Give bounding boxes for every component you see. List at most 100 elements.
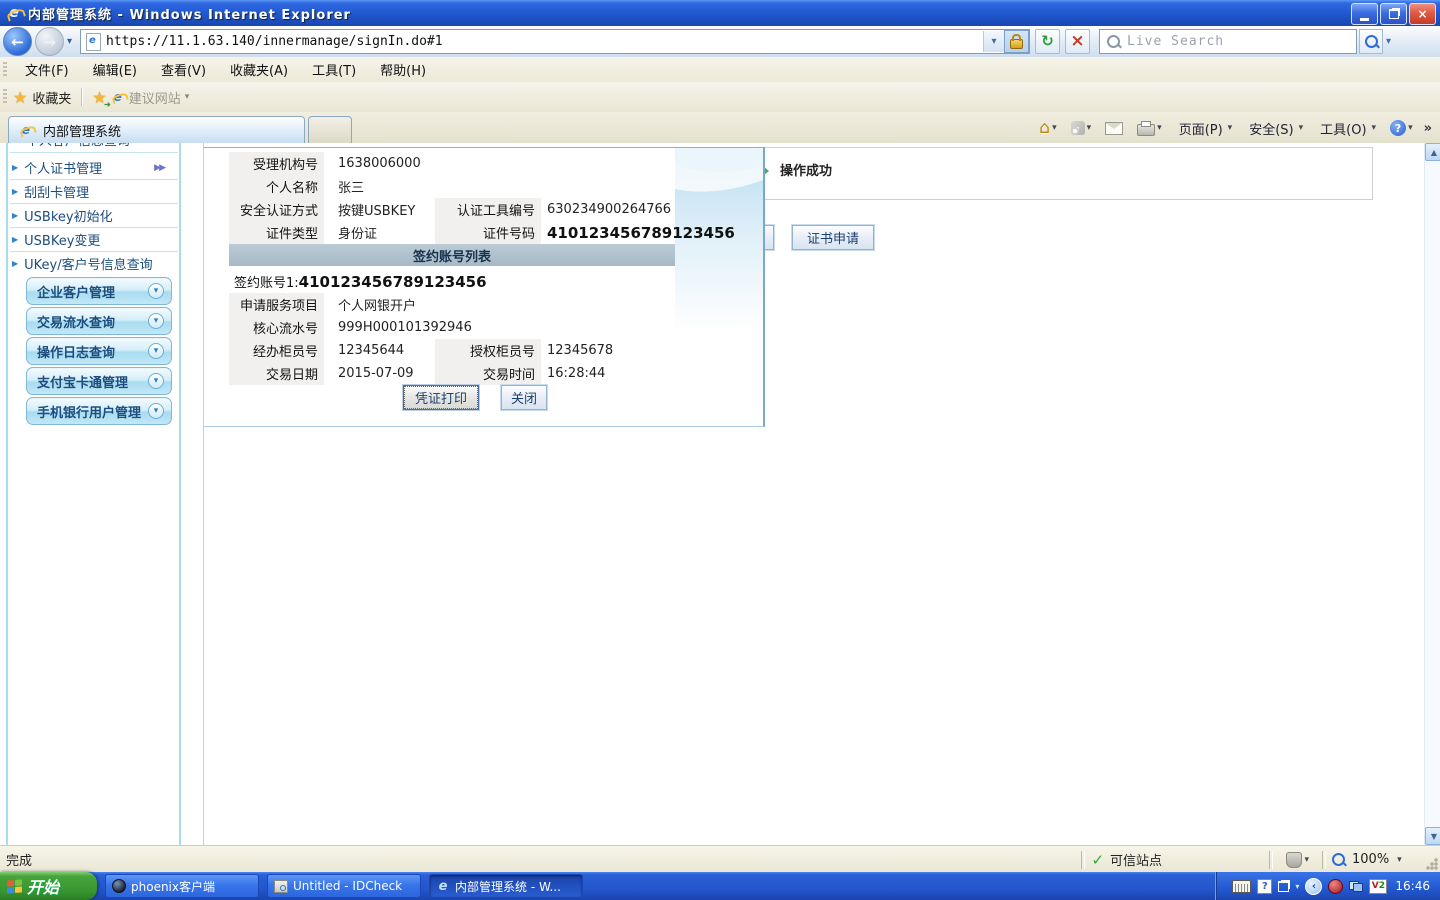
protected-mode-button[interactable]: ▾ <box>1279 848 1316 872</box>
address-box[interactable]: https://11.1.63.140/innermanage/signIn.d… <box>80 29 1031 54</box>
cert-apply-button[interactable]: 证书申请 <box>792 225 874 250</box>
toolbar-overflow-icon[interactable]: » <box>1420 121 1436 136</box>
taskbar-item-phoenix[interactable]: phoenix客户端 <box>105 874 259 898</box>
table-row: 经办柜员号 12345644 授权柜员号 12345678 <box>229 339 675 362</box>
tray-red-app-icon[interactable] <box>1328 878 1344 894</box>
start-button[interactable]: 开始 <box>0 872 97 900</box>
sidebar-item-scratch-card[interactable]: ▶ 刮刮卡管理 <box>10 180 178 204</box>
menu-view[interactable]: 查看(V) <box>149 57 218 82</box>
success-message: 操作成功 <box>780 164 833 179</box>
antivirus-v2-icon[interactable]: V2 <box>1369 878 1388 894</box>
vertical-scrollbar[interactable]: ▲ ▼ <box>1424 143 1440 845</box>
keyboard-layout-icon[interactable] <box>1232 879 1252 893</box>
window-controls: × <box>1351 3 1436 25</box>
field-label: 授权柜员号 <box>435 339 541 362</box>
address-dropdown-button[interactable]: ▾ <box>983 31 1005 52</box>
taskbar-item-ie-active[interactable]: e 内部管理系统 - W... <box>429 874 583 898</box>
sidebar-section-corporate[interactable]: 企业客户管理 ▾ <box>26 277 172 305</box>
protected-mode-icon <box>1286 851 1303 868</box>
print-receipt-button[interactable]: 凭证打印 <box>403 385 480 410</box>
new-tab-stub[interactable] <box>308 116 352 143</box>
tools-dropdown-icon: ▾ <box>1371 123 1377 133</box>
menu-favorites[interactable]: 收藏夹(A) <box>218 57 300 82</box>
search-go-button[interactable] <box>1359 29 1384 54</box>
favbar-grip <box>3 89 7 105</box>
zoom-control[interactable]: 100% ▾ <box>1332 852 1418 867</box>
search-options-dropdown[interactable]: ▾ <box>1386 36 1400 47</box>
hide-icons-chevron-icon[interactable]: ‹ <box>1305 877 1323 895</box>
favbar-separator <box>81 88 83 106</box>
menu-edit[interactable]: 编辑(E) <box>81 57 149 82</box>
add-favorite-icon[interactable]: ★ <box>92 88 111 109</box>
suggested-sites-button[interactable]: 建议网站 <box>129 88 181 107</box>
help-button[interactable]: ? ▾ <box>1383 116 1420 140</box>
search-box[interactable]: Live Search <box>1099 29 1358 54</box>
favorites-bar: ★ 收藏夹 ★ e 建议网站 ▾ <box>0 82 1440 113</box>
network-icon[interactable] <box>1349 880 1364 892</box>
restore-button[interactable] <box>1380 3 1407 25</box>
home-button[interactable]: ⌂ ▾ <box>1032 116 1063 140</box>
sidebar-item-personal-cert[interactable]: ▶ 个人证书管理 ▶▶ <box>10 156 178 180</box>
sidebar-section-mobile-banking[interactable]: 手机银行用户管理 ▾ <box>26 397 172 425</box>
task-label: phoenix客户端 <box>131 879 215 894</box>
tab-band: e 内部管理系统 ⌂ ▾ ▾ ▾ 页面(P) ▾ 安全(S) ▾ 工具(O) ▾ ? ▾ … <box>0 112 1440 145</box>
field-value: 630234900264766 <box>547 202 672 217</box>
table-row: 申请服务项目 个人网银开户 <box>229 293 675 316</box>
tools-menu-button[interactable]: 工具(O) ▾ <box>1310 116 1383 140</box>
tools-menu-label: 工具(O) <box>1320 122 1367 138</box>
page-menu-button[interactable]: 页面(P) ▾ <box>1169 116 1240 140</box>
dialog-close-button[interactable]: 关闭 <box>501 385 547 410</box>
field-value: 身份证 <box>338 227 378 242</box>
sidebar-section-operation-log[interactable]: 操作日志查询 ▾ <box>26 337 172 365</box>
menu-file[interactable]: 文件(F) <box>13 57 81 82</box>
print-button[interactable]: ▾ <box>1130 116 1169 140</box>
protected-mode-dropdown-icon: ▾ <box>1304 854 1309 865</box>
tray-help-icon[interactable]: ? <box>1257 878 1273 894</box>
bullet-icon: ▶ <box>12 235 19 244</box>
tab-ie-icon: e <box>19 123 33 137</box>
back-button[interactable]: ← <box>3 27 32 56</box>
sidebar-item-usbkey-init[interactable]: ▶ USBkey初始化 <box>10 204 178 228</box>
favorites-button[interactable]: 收藏夹 <box>32 88 71 107</box>
close-button[interactable]: × <box>1409 3 1436 25</box>
sidebar-section-transaction-flow[interactable]: 交易流水查询 ▾ <box>26 307 172 335</box>
section-label: 支付宝卡通管理 <box>37 375 129 391</box>
read-mail-button[interactable] <box>1098 116 1130 140</box>
history-dropdown-icon[interactable]: ▾ <box>67 36 72 47</box>
zoom-icon <box>1332 853 1345 866</box>
field-value: 1638006000 <box>338 156 421 171</box>
sidebar-item-personal-customer-query[interactable]: 个人客户信息查询 <box>10 143 178 153</box>
field-value: 按键USBKEY <box>338 204 416 219</box>
scroll-down-button[interactable]: ▼ <box>1425 827 1440 845</box>
sidebar-item-usbkey-change[interactable]: ▶ USBKey变更 <box>10 228 178 252</box>
scroll-up-button[interactable]: ▲ <box>1425 143 1440 161</box>
tray-window-icon[interactable] <box>1278 880 1290 892</box>
refresh-button[interactable]: ↻ <box>1035 29 1061 54</box>
sidebar-section-alipay[interactable]: 支付宝卡通管理 ▾ <box>26 367 172 395</box>
window-title: 内部管理系统 - Windows Internet Explorer <box>28 7 351 23</box>
security-zone[interactable]: ✓ 可信站点 <box>1091 850 1263 870</box>
refresh-icon: ↻ <box>1041 32 1054 50</box>
field-label: 交易日期 <box>229 362 324 385</box>
signed-account-line: 签约账号1:410123456789123456 <box>234 272 487 291</box>
ssl-lock-button[interactable] <box>1004 30 1030 53</box>
status-text: 完成 <box>6 854 33 869</box>
dialog-decoration <box>675 148 763 378</box>
tab-active[interactable]: e 内部管理系统 <box>8 116 305 143</box>
stop-button[interactable]: × <box>1065 29 1091 54</box>
search-input[interactable]: Live Search <box>1127 34 1224 49</box>
forward-button[interactable]: → <box>35 27 64 56</box>
url-field[interactable]: https://11.1.63.140/innermanage/signIn.d… <box>106 34 983 49</box>
feeds-button[interactable]: ▾ <box>1064 116 1099 140</box>
sidebar-right-border <box>179 143 181 845</box>
taskbar-item-idcheck[interactable]: Untitled - IDCheck <box>267 874 421 898</box>
sidebar-item-ukey-query[interactable]: ▶ UKey/客户号信息查询 <box>10 252 178 275</box>
minimize-button[interactable] <box>1351 3 1378 25</box>
safety-menu-button[interactable]: 安全(S) ▾ <box>1239 116 1310 140</box>
suggested-sites-dropdown-icon[interactable]: ▾ <box>185 92 190 102</box>
menu-help[interactable]: 帮助(H) <box>368 57 438 82</box>
screen: e 内部管理系统 - Windows Internet Explorer × ←… <box>0 0 1440 900</box>
section-label: 操作日志查询 <box>37 345 116 361</box>
tray-collapse-icon[interactable]: ▾ <box>1295 882 1299 891</box>
menu-tools[interactable]: 工具(T) <box>300 57 368 82</box>
